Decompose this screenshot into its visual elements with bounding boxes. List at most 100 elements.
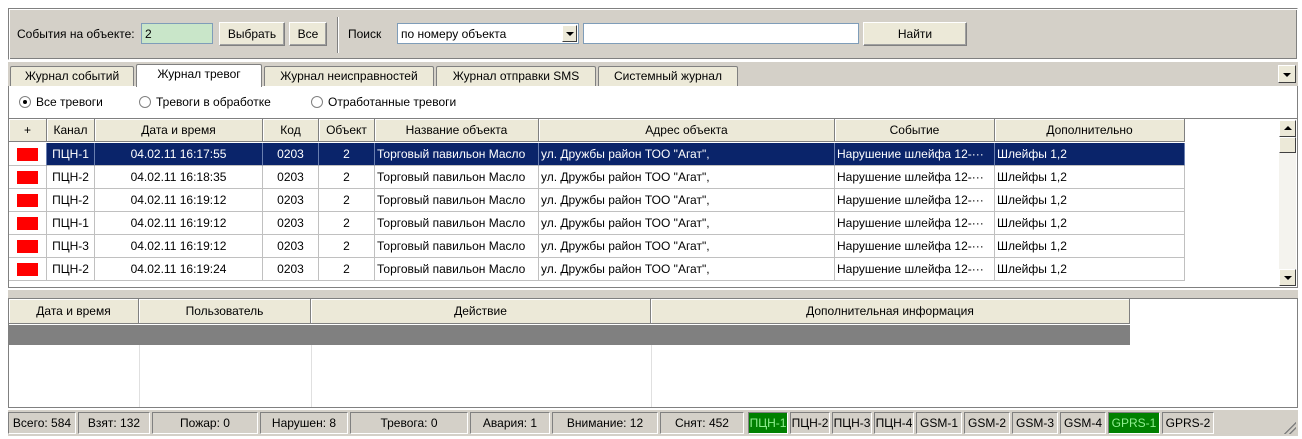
column-header[interactable]: Код [263,119,319,142]
status-total: Всего: 584 [8,412,76,434]
radio-processed-alarms[interactable]: Отработанные тревоги [311,95,456,109]
datetime-cell: 04.02.11 16:19:12 [95,235,263,258]
channel-cell: ПЦН-2 [47,166,95,189]
toolbar: События на объекте: Выбрать Все Поиск по… [8,8,1298,60]
column-header[interactable]: Название объекта [375,119,539,142]
extra-cell: Шлейфы 1,2 [995,258,1185,281]
status-bar: Всего: 584 Взят: 132 Пожар: 0 Нарушен: 8… [8,410,1298,436]
extra-cell: Шлейфы 1,2 [995,212,1185,235]
tab-faults-journal[interactable]: Журнал неисправностей [264,66,434,86]
radio-icon [19,96,31,108]
channel-indicator-pcn-4: ПЦН-4 [874,412,914,434]
channel-cell: ПЦН-2 [47,189,95,212]
channel-cell: ПЦН-1 [47,143,95,166]
actions-table: Дата и время Пользователь Действие Допол… [8,298,1298,408]
alarm-flag-cell [9,258,47,281]
address-cell: ул. Дружбы район ТОО "Агат", [539,258,835,281]
object-name-cell: Торговый павильон Масло [375,189,539,212]
column-header[interactable]: Дополнительно [995,119,1185,142]
search-mode-value: по номеру объекта [401,27,507,41]
table-row[interactable]: ПЦН-2 04.02.11 16:19:12 0203 2 Торговый … [9,189,1185,212]
status-accident: Авария: 1 [470,412,550,434]
alarm-flag-icon [17,148,38,161]
column-header[interactable]: Адрес объекта [539,119,835,142]
column-header[interactable]: Объект [319,119,375,142]
table-row[interactable]: ПЦН-2 04.02.11 16:18:35 0203 2 Торговый … [9,166,1185,189]
table-row[interactable]: ПЦН-3 04.02.11 16:19:12 0203 2 Торговый … [9,235,1185,258]
object-name-cell: Торговый павильон Масло [375,143,539,166]
status-removed: Снят: 452 [660,412,744,434]
scroll-thumb[interactable] [1279,137,1296,153]
alarm-flag-cell [9,166,47,189]
column-header[interactable]: Дополнительная информация [651,299,1130,324]
status-alarm: Тревога: 0 [350,412,468,434]
channel-cell: ПЦН-3 [47,235,95,258]
address-cell: ул. Дружбы район ТОО "Агат", [539,212,835,235]
code-cell: 0203 [263,166,319,189]
alarm-flag-icon [17,194,38,207]
all-button[interactable]: Все [289,22,327,46]
datetime-cell: 04.02.11 16:19:12 [95,189,263,212]
table-row[interactable]: ПЦН-1 04.02.11 16:17:55 0203 2 Торговый … [9,143,1185,166]
alarm-flag-cell [9,235,47,258]
column-header[interactable]: Событие [835,119,995,142]
channel-indicator-pcn-2: ПЦН-2 [790,412,830,434]
radio-all-alarms[interactable]: Все тревоги [19,95,103,109]
resize-grip-icon[interactable] [1284,422,1296,434]
event-cell: Нарушение шлейфа 12-··· [835,166,995,189]
tab-alarms-journal[interactable]: Журнал тревог [136,64,262,87]
channel-indicator-gsm-2: GSM-2 [964,412,1010,434]
column-header[interactable]: Действие [311,299,651,324]
event-cell: Нарушение шлейфа 12-··· [835,143,995,166]
status-taken: Взят: 132 [78,412,150,434]
column-header[interactable]: Канал [47,119,95,142]
column-header[interactable]: Дата и время [9,299,139,324]
search-input[interactable] [583,23,859,44]
tab-events-journal[interactable]: Журнал событий [10,66,134,86]
channel-indicator-pcn-1: ПЦН-1 [748,412,788,434]
table-row[interactable]: ПЦН-1 04.02.11 16:19:12 0203 2 Торговый … [9,212,1185,235]
find-button[interactable]: Найти [863,22,967,46]
alarm-table: + Канал Дата и время Код Объект Название… [8,118,1298,288]
channel-cell: ПЦН-2 [47,258,95,281]
status-violated: Нарушен: 8 [260,412,348,434]
scroll-up-icon[interactable] [1279,120,1296,137]
select-button[interactable]: Выбрать [219,22,285,46]
alarm-flag-icon [17,263,38,276]
journal-tabs: Журнал событий Журнал тревог Журнал неис… [8,62,1298,87]
object-cell: 2 [319,258,375,281]
datetime-cell: 04.02.11 16:19:24 [95,258,263,281]
object-cell: 2 [319,235,375,258]
actions-table-header: Дата и время Пользователь Действие Допол… [9,299,1130,324]
table-row[interactable]: ПЦН-2 04.02.11 16:19:24 0203 2 Торговый … [9,258,1185,281]
event-cell: Нарушение шлейфа 12-··· [835,235,995,258]
column-header[interactable]: Дата и время [95,119,263,142]
column-header[interactable]: + [9,119,47,142]
toolbar-separator [337,17,339,53]
datetime-cell: 04.02.11 16:17:55 [95,143,263,166]
tab-sms-journal[interactable]: Журнал отправки SMS [436,66,596,86]
object-number-input[interactable] [141,23,213,44]
table-header: + Канал Дата и время Код Объект Название… [9,119,1185,142]
channel-indicator-gprs-2: GPRS-2 [1162,412,1214,434]
channel-indicator-gprs-1: GPRS-1 [1108,412,1160,434]
empty-selected-row[interactable] [9,325,1130,345]
alarm-table-scrollbar[interactable] [1279,120,1296,286]
alarm-flag-icon [17,171,38,184]
tab-system-journal[interactable]: Системный журнал [598,66,738,86]
scroll-down-icon[interactable] [1279,269,1296,286]
datetime-cell: 04.02.11 16:19:12 [95,212,263,235]
object-name-cell: Торговый павильон Масло [375,212,539,235]
object-cell: 2 [319,189,375,212]
radio-alarms-in-progress[interactable]: Тревоги в обработке [139,95,271,109]
status-fire: Пожар: 0 [152,412,258,434]
search-mode-select[interactable]: по номеру объекта [397,23,579,44]
radio-icon [311,96,323,108]
chevron-down-icon[interactable] [562,25,577,42]
alarm-flag-icon [17,240,38,253]
panel-splitter[interactable] [8,290,1298,298]
tabs-dropdown-button[interactable] [1278,65,1296,83]
column-header[interactable]: Пользователь [139,299,311,324]
extra-cell: Шлейфы 1,2 [995,143,1185,166]
code-cell: 0203 [263,212,319,235]
